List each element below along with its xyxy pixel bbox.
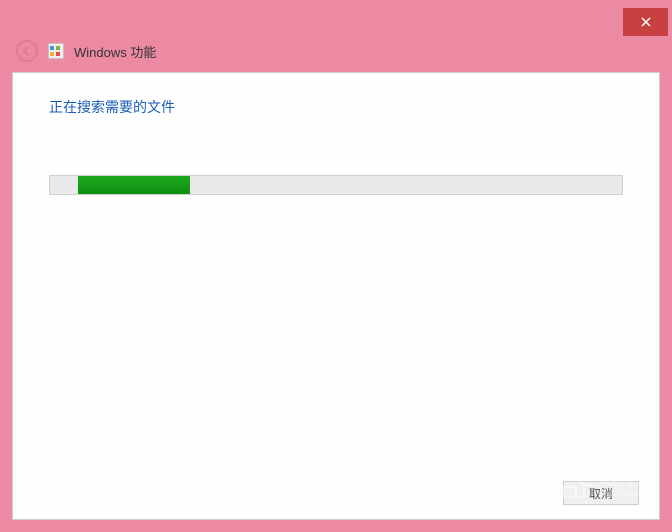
titlebar [0,0,672,40]
back-button[interactable] [16,40,38,62]
window-title: Windows 功能 [74,42,156,61]
svg-text:XTONGZHIJIA.NET: XTONGZHIJIA.NET [598,492,658,499]
watermark: 系统之家 XTONGZHIJIA.NET [548,455,658,508]
arrow-left-icon [21,45,33,57]
progress-fill [78,176,190,194]
window-frame: Windows 功能 正在搜索需要的文件 取消 系统之家 XTONGZHIJIA… [0,0,672,532]
header: Windows 功能 [0,40,672,72]
close-button[interactable] [623,8,668,36]
progress-bar [49,175,623,195]
content-area: 正在搜索需要的文件 取消 [12,72,660,520]
close-icon [641,17,651,27]
windows-features-icon [48,43,64,59]
watermark-text: 系统之家 [598,473,650,488]
status-text: 正在搜索需要的文件 [13,73,659,125]
